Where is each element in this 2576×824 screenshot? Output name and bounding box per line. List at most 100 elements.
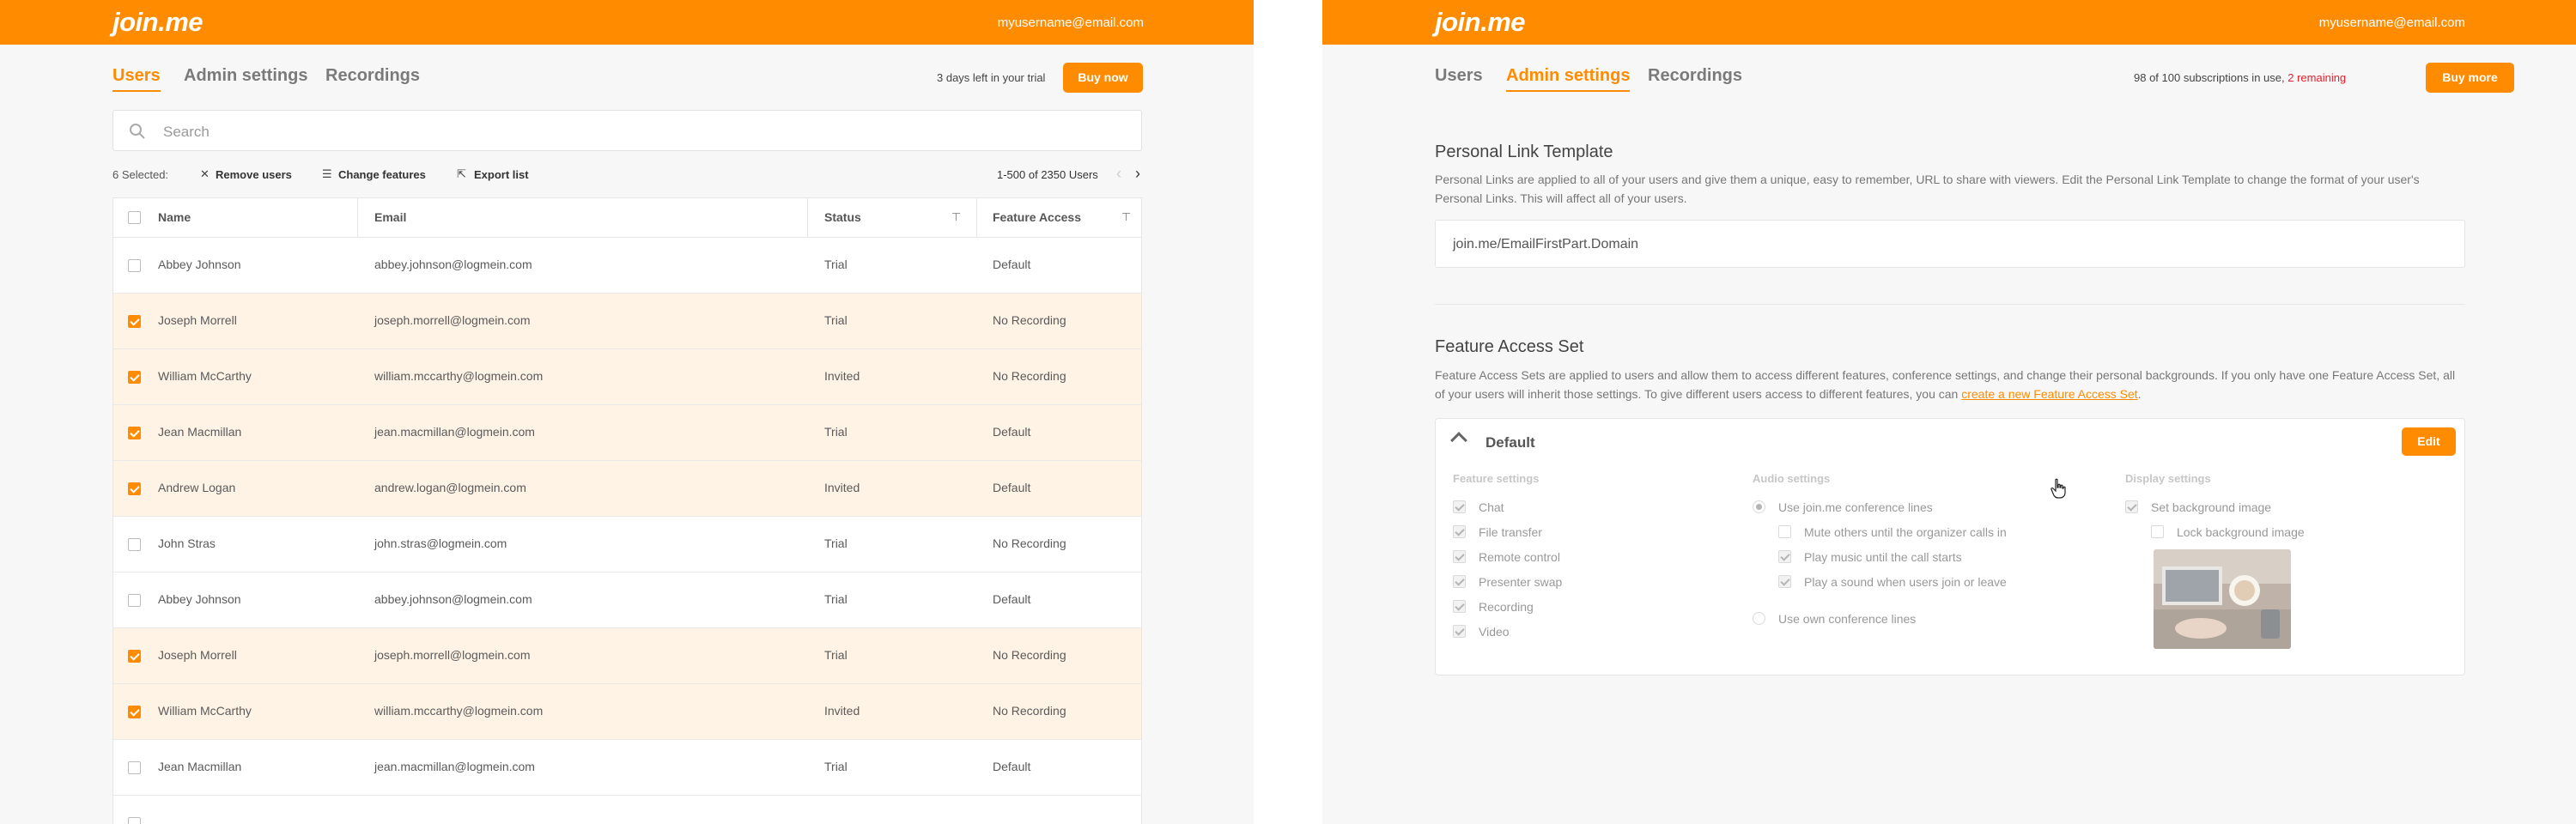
personal-link-description: Personal Links are applied to all of you… bbox=[1435, 173, 2420, 205]
user-email: william.mccarthy@logmein.com bbox=[374, 704, 544, 718]
description-period: . bbox=[2137, 387, 2142, 401]
checkbox[interactable] bbox=[1453, 550, 1466, 563]
display-settings-heading: Display settings bbox=[2125, 472, 2211, 485]
feature-access-description-text: Feature Access Sets are applied to users… bbox=[1435, 368, 2456, 401]
user-email: abbey.johnson@logmein.com bbox=[374, 592, 532, 606]
table-row[interactable]: William McCarthy william.mccarthy@logmei… bbox=[113, 349, 1141, 405]
checkbox[interactable] bbox=[1453, 625, 1466, 638]
row-checkbox[interactable] bbox=[128, 706, 141, 718]
selected-count: 6 Selected: bbox=[112, 168, 169, 181]
row-checkbox[interactable] bbox=[128, 538, 141, 551]
user-status: Trial bbox=[824, 760, 848, 773]
next-page-icon[interactable]: › bbox=[1135, 165, 1140, 183]
row-checkbox[interactable] bbox=[128, 594, 141, 607]
edit-button[interactable]: Edit bbox=[2402, 427, 2456, 456]
checkbox[interactable] bbox=[1778, 525, 1791, 538]
user-email: john.stras@logmein.com bbox=[374, 536, 507, 550]
feature-access-description: Feature Access Sets are applied to users… bbox=[1435, 366, 2465, 403]
checkbox[interactable] bbox=[1453, 525, 1466, 538]
joinme-logo[interactable]: join.me bbox=[112, 7, 204, 38]
audio-settings-heading: Audio settings bbox=[1753, 472, 1831, 485]
user-email: joseph.morrell@logmein.com bbox=[374, 648, 531, 662]
search-input[interactable]: Search bbox=[112, 110, 1142, 151]
option-label: Set background image bbox=[2151, 500, 2272, 514]
filter-icon[interactable]: ⊤ bbox=[951, 210, 961, 224]
user-name: William McCarthy bbox=[158, 704, 252, 718]
tab-admin-settings[interactable]: Admin settings bbox=[184, 66, 307, 86]
user-name: Joseph Morrell bbox=[158, 648, 237, 662]
checkbox[interactable] bbox=[1453, 500, 1466, 513]
export-list-button[interactable]: Export list bbox=[474, 168, 529, 181]
table-row[interactable]: Joseph Morrell joseph.morrell@logmein.co… bbox=[113, 628, 1141, 684]
option-label: Use join.me conference lines bbox=[1778, 500, 1933, 514]
radio-button[interactable] bbox=[1753, 500, 1765, 513]
checkbox[interactable] bbox=[1453, 575, 1466, 588]
checkbox[interactable] bbox=[2151, 525, 2164, 538]
row-checkbox[interactable] bbox=[128, 259, 141, 272]
buy-now-button[interactable]: Buy now bbox=[1063, 63, 1143, 93]
search-icon bbox=[130, 124, 145, 139]
top-bar: join.me myusername@email.com bbox=[0, 0, 1254, 45]
option-label: Presenter swap bbox=[1479, 575, 1563, 589]
table-row[interactable] bbox=[113, 796, 1141, 824]
checkbox[interactable] bbox=[2125, 500, 2138, 513]
prev-page-icon[interactable]: ‹ bbox=[1116, 165, 1121, 183]
chevron-up-icon[interactable] bbox=[1450, 432, 1467, 449]
user-status: Trial bbox=[824, 425, 848, 439]
tab-recordings[interactable]: Recordings bbox=[325, 66, 420, 86]
filter-icon[interactable]: ⊤ bbox=[1121, 210, 1131, 224]
feature-access-set-card: Default Edit Feature settings Chat File … bbox=[1435, 418, 2465, 676]
user-name: John Stras bbox=[158, 536, 216, 550]
table-row[interactable]: Abbey Johnson abbey.johnson@logmein.com … bbox=[113, 238, 1141, 294]
user-feature-access: Default bbox=[993, 760, 1031, 773]
users-table: Name Email Status ⊤ Feature Access ⊤ Abb… bbox=[112, 197, 1142, 824]
checkbox[interactable] bbox=[1453, 600, 1466, 613]
column-feature-access[interactable]: Feature Access bbox=[993, 210, 1081, 224]
select-all-checkbox[interactable] bbox=[128, 211, 141, 224]
section-divider bbox=[1435, 304, 2465, 305]
tab-users[interactable]: Users bbox=[112, 66, 161, 92]
user-email: william.mccarthy@logmein.com bbox=[374, 369, 544, 383]
row-checkbox[interactable] bbox=[128, 427, 141, 439]
user-status: Invited bbox=[824, 481, 860, 494]
column-name[interactable]: Name bbox=[158, 210, 191, 224]
table-row[interactable]: John Stras john.stras@logmein.com Trial … bbox=[113, 517, 1141, 573]
column-email[interactable]: Email bbox=[374, 210, 406, 224]
row-checkbox[interactable] bbox=[128, 315, 141, 328]
row-checkbox[interactable] bbox=[128, 650, 141, 663]
row-checkbox[interactable] bbox=[128, 761, 141, 774]
close-icon: ✕ bbox=[200, 167, 210, 180]
background-image-thumbnail[interactable] bbox=[2154, 549, 2291, 649]
table-row[interactable]: Andrew Logan andrew.logan@logmein.com In… bbox=[113, 461, 1141, 517]
checkbox[interactable] bbox=[1778, 575, 1791, 588]
checkbox[interactable] bbox=[1778, 550, 1791, 563]
personal-link-template-input[interactable]: join.me/EmailFirstPart.Domain bbox=[1435, 220, 2465, 268]
buy-more-button[interactable]: Buy more bbox=[2426, 63, 2514, 93]
personal-link-template-value: join.me/EmailFirstPart.Domain bbox=[1453, 237, 1639, 251]
create-feature-access-set-link[interactable]: create a new Feature Access Set bbox=[1961, 387, 2137, 401]
user-status: Trial bbox=[824, 313, 848, 327]
radio-button[interactable] bbox=[1753, 612, 1765, 625]
row-checkbox[interactable] bbox=[128, 371, 141, 384]
table-row[interactable]: Joseph Morrell joseph.morrell@logmein.co… bbox=[113, 294, 1141, 349]
user-status: Trial bbox=[824, 536, 848, 550]
change-features-button[interactable]: Change features bbox=[338, 168, 426, 181]
tab-users[interactable]: Users bbox=[1435, 66, 1483, 86]
option-label: Mute others until the organizer calls in bbox=[1804, 525, 2007, 539]
remove-users-button[interactable]: Remove users bbox=[216, 168, 292, 181]
account-email[interactable]: myusername@email.com bbox=[998, 15, 1144, 30]
account-email[interactable]: myusername@email.com bbox=[2319, 15, 2465, 30]
column-status[interactable]: Status bbox=[824, 210, 861, 224]
option-label: Play music until the call starts bbox=[1804, 550, 1962, 564]
table-row[interactable]: William McCarthy william.mccarthy@logmei… bbox=[113, 684, 1141, 740]
tab-admin-settings[interactable]: Admin settings bbox=[1506, 66, 1631, 92]
joinme-logo[interactable]: join.me bbox=[1435, 7, 1526, 38]
table-row[interactable]: Abbey Johnson abbey.johnson@logmein.com … bbox=[113, 573, 1141, 628]
row-checkbox[interactable] bbox=[128, 482, 141, 495]
user-name: Abbey Johnson bbox=[158, 258, 241, 271]
table-row[interactable]: Jean Macmillan jean.macmillan@logmein.co… bbox=[113, 740, 1141, 796]
tab-recordings[interactable]: Recordings bbox=[1648, 66, 1742, 86]
row-checkbox[interactable] bbox=[128, 817, 141, 824]
table-row[interactable]: Jean Macmillan jean.macmillan@logmein.co… bbox=[113, 405, 1141, 461]
user-feature-access: No Recording bbox=[993, 536, 1066, 550]
